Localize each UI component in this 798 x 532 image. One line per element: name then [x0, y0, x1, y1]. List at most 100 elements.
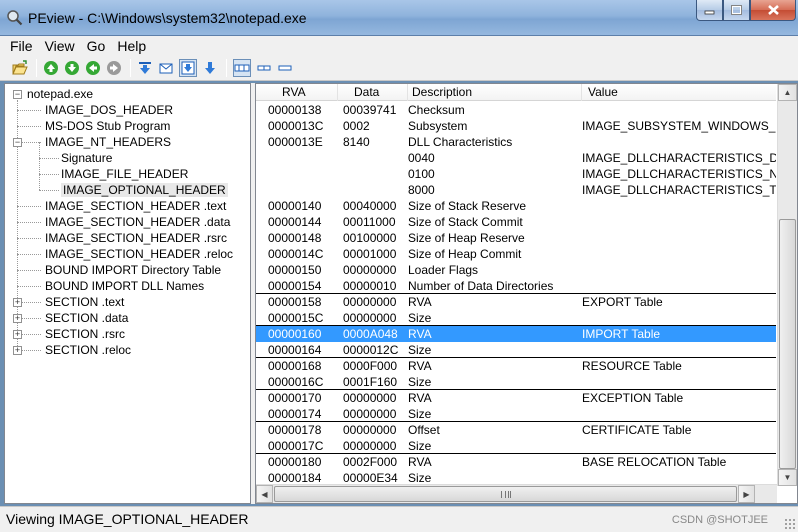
menu-view[interactable]: View — [39, 36, 81, 56]
mode-text-button[interactable] — [277, 60, 293, 76]
mode-list-button[interactable] — [256, 60, 272, 76]
cell-data: 8140 — [343, 135, 370, 149]
tree-node[interactable]: MS-DOS Stub Program — [45, 118, 170, 134]
tree-node-label: IMAGE_NT_HEADERS — [45, 135, 172, 149]
scroll-right-button[interactable]: ▶ — [738, 485, 755, 503]
menu-file[interactable]: File — [4, 36, 39, 56]
tree-node[interactable]: IMAGE_SECTION_HEADER .rsrc — [45, 230, 227, 246]
cell-rva: 00000164 — [268, 343, 322, 357]
cell-rva: 00000178 — [268, 423, 322, 437]
cell-description: Size — [408, 407, 432, 421]
table-row[interactable]: 0000013E 8140 DLL Characteristics — [256, 134, 776, 150]
scroll-down-button[interactable]: ▼ — [778, 469, 797, 486]
tree-node[interactable]: IMAGE_FILE_HEADER — [61, 166, 188, 182]
table-row[interactable]: 00000138 00039741 Checksum — [256, 102, 776, 118]
table-row[interactable]: 00000184 00000E34 Size — [256, 470, 776, 482]
tree-node[interactable]: BOUND IMPORT Directory Table — [45, 262, 221, 278]
column-header-rva[interactable]: RVA — [256, 84, 338, 101]
collapse-icon[interactable]: − — [13, 90, 22, 99]
table-row[interactable]: 0000016C 0001F160 Size — [256, 374, 776, 390]
resize-grip[interactable] — [784, 518, 796, 530]
menu-go[interactable]: Go — [81, 36, 112, 56]
collapse-icon[interactable]: − — [13, 138, 22, 147]
expand-icon[interactable]: + — [13, 330, 22, 339]
table-row[interactable]: 00000154 00000010 Number of Data Directori… — [256, 278, 776, 294]
table-row[interactable]: 8000 IMAGE_DLLCHARACTERISTICS_TE — [256, 182, 776, 198]
tree-node[interactable]: IMAGE_SECTION_HEADER .data — [45, 214, 230, 230]
tree-node[interactable]: SECTION .reloc — [45, 342, 131, 358]
tree-node[interactable]: SECTION .text — [45, 294, 124, 310]
table-row[interactable]: 00000170 00000000 RVA EXCEPTION Table — [256, 390, 776, 406]
horizontal-scrollbar[interactable]: ◀ ▶ — [256, 484, 777, 503]
table-row[interactable]: 00000164 0000012C Size — [256, 342, 776, 358]
column-header-value[interactable]: Value — [582, 84, 776, 101]
cell-description: RVA — [408, 327, 432, 341]
tree-node-label: IMAGE_SECTION_HEADER .rsrc — [45, 231, 228, 245]
table-row[interactable]: 00000158 00000000 RVA EXPORT Table — [256, 294, 776, 310]
view-details-button[interactable] — [179, 59, 197, 77]
column-header-description[interactable]: Description — [408, 84, 582, 101]
table-row[interactable]: 00000144 00011000 Size of Stack Commit — [256, 214, 776, 230]
cell-value: BASE RELOCATION Table — [582, 455, 727, 469]
expand-icon[interactable]: + — [13, 298, 22, 307]
tree-node[interactable]: IMAGE_OPTIONAL_HEADER — [61, 182, 228, 198]
previous-button[interactable] — [85, 60, 101, 76]
grip-icon — [500, 491, 511, 498]
cell-rva: 00000144 — [268, 215, 322, 229]
column-header-data[interactable]: Data — [338, 84, 408, 101]
cell-description: Size — [408, 471, 432, 482]
tree-connector-line — [17, 254, 41, 255]
tree-node-label: IMAGE_FILE_HEADER — [61, 167, 189, 181]
table-row[interactable]: 0000014C 00001000 Size of Heap Commit — [256, 246, 776, 262]
scroll-up-button[interactable]: ▲ — [778, 84, 797, 101]
menu-help[interactable]: Help — [111, 36, 152, 56]
table-row[interactable]: 00000180 0002F000 RVA BASE RELOCATION Table — [256, 454, 776, 470]
table-row[interactable]: 00000174 00000000 Size — [256, 406, 776, 422]
title-bar[interactable]: PEview - C:\Windows\system32\notepad.exe — [0, 0, 798, 36]
details-list-view[interactable]: RVA Data Description Value 00000138 00039… — [255, 83, 798, 504]
open-button[interactable] — [12, 60, 28, 76]
cell-description: RVA — [408, 455, 432, 469]
tree-node[interactable]: IMAGE_DOS_HEADER — [45, 102, 173, 118]
structure-tree[interactable]: − notepad.exe IMAGE_DOS_HEADER MS-DOS Stub … — [4, 83, 251, 504]
table-row[interactable]: 00000140 00040000 Size of Stack Reserve — [256, 198, 776, 214]
back-button[interactable] — [43, 60, 59, 76]
tree-node[interactable]: IMAGE_SECTION_HEADER .reloc — [45, 246, 233, 262]
maximize-button[interactable] — [723, 0, 750, 21]
table-row[interactable]: 0000015C 00000000 Size — [256, 310, 776, 326]
tree-node[interactable]: IMAGE_SECTION_HEADER .text — [45, 198, 226, 214]
view-word-button[interactable] — [158, 60, 174, 76]
tree-node[interactable]: Signature — [61, 150, 112, 166]
cell-data: 00000000 — [343, 407, 397, 421]
tree-node-root[interactable]: notepad.exe — [27, 86, 93, 102]
mode-hex-button[interactable] — [233, 59, 251, 77]
table-row[interactable]: 00000168 0000F000 RVA RESOURCE Table — [256, 358, 776, 374]
table-row[interactable]: 00000178 00000000 Offset CERTIFICATE Table — [256, 422, 776, 438]
table-row[interactable]: 0000013C 0002 Subsystem IMAGE_SUBSYSTEM_WIN… — [256, 118, 776, 134]
tree-node[interactable]: IMAGE_NT_HEADERS — [45, 134, 171, 150]
expand-icon[interactable]: + — [13, 346, 22, 355]
tree-node-label: SECTION .reloc — [45, 343, 132, 357]
view-export-button[interactable] — [202, 60, 218, 76]
toolbar-separator — [36, 59, 37, 77]
table-row[interactable]: 0040 IMAGE_DLLCHARACTERISTICS_DY — [256, 150, 776, 166]
table-row[interactable]: 0000017C 00000000 Size — [256, 438, 776, 454]
vertical-scroll-thumb[interactable] — [779, 219, 796, 469]
expand-icon[interactable]: + — [13, 314, 22, 323]
tree-node[interactable]: SECTION .rsrc — [45, 326, 125, 342]
scroll-left-button[interactable]: ◀ — [256, 485, 273, 503]
tree-node[interactable]: SECTION .data — [45, 310, 128, 326]
minimize-button[interactable] — [696, 0, 723, 21]
view-byte-button[interactable] — [137, 60, 153, 76]
vertical-scrollbar[interactable]: ▲ ▼ — [777, 84, 797, 486]
tree-node[interactable]: BOUND IMPORT DLL Names — [45, 278, 204, 294]
table-row-selected[interactable]: 00000160 0000A048 RVA IMPORT Table — [256, 326, 776, 342]
table-row[interactable]: 0100 IMAGE_DLLCHARACTERISTICS_NX — [256, 166, 776, 182]
table-row[interactable]: 00000148 00100000 Size of Heap Reserve — [256, 230, 776, 246]
forward-button[interactable] — [64, 60, 80, 76]
close-button[interactable] — [750, 0, 796, 21]
horizontal-scroll-thumb[interactable] — [274, 486, 737, 502]
next-button[interactable] — [106, 60, 122, 76]
table-row[interactable]: 00000150 00000000 Loader Flags — [256, 262, 776, 278]
cell-description: Size — [408, 439, 432, 453]
